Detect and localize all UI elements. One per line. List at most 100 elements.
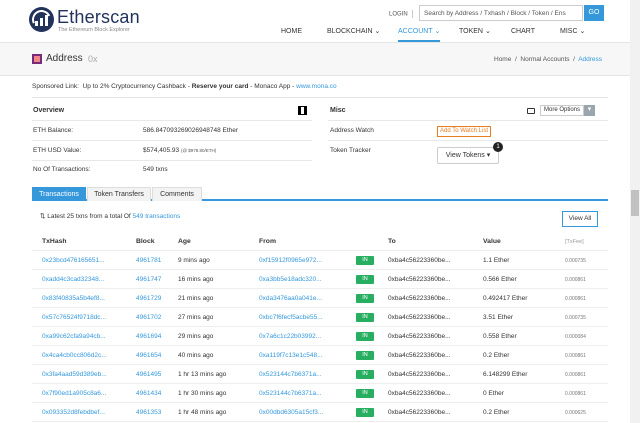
address-value: 0x <box>88 54 98 64</box>
from-address-link[interactable]: 0x7a6c1c22b03992... <box>259 333 321 340</box>
to-address: 0xba4c56223360be... <box>388 390 451 397</box>
overview-title: Overview <box>33 107 65 114</box>
direction-in-badge: IN <box>356 332 374 341</box>
nav-home[interactable]: HOME <box>281 28 302 42</box>
to-address: 0xba4c56223360be... <box>388 257 451 264</box>
token-count-badge: 1 <box>493 142 503 152</box>
block-link[interactable]: 4961654 <box>136 352 161 359</box>
to-address: 0xba4c56223360be... <box>388 352 451 359</box>
block-link[interactable]: 4961434 <box>136 390 161 397</box>
tx-hash-link[interactable]: 0x83f40835a5b4ef8... <box>42 295 105 302</box>
search-input[interactable]: Search by Address / Txhash / Block / Tok… <box>419 5 583 21</box>
tx-hash-link[interactable]: 0x4ca4cb0cc806d2c... <box>42 352 107 359</box>
etherscan-logo-icon[interactable] <box>29 7 54 32</box>
from-address-link[interactable]: 0x523144c7b6371a... <box>259 390 322 397</box>
latest-txns-summary: ⇅ Latest 25 txns from a total Of 549 tra… <box>40 213 181 220</box>
tx-hash-link[interactable]: 0xadd4c3cad32348... <box>42 276 104 283</box>
divider <box>328 120 608 121</box>
view-tokens-button[interactable]: View Tokens ▾ <box>437 147 499 164</box>
tx-hash-link[interactable]: 0x23bcd476165651... <box>42 257 105 264</box>
direction-in-badge: IN <box>356 313 374 322</box>
chevron-down-icon: ⌄ <box>434 28 441 35</box>
tx-fee: 0.000861 <box>565 296 586 302</box>
divider <box>32 326 608 327</box>
breadcrumb-normal-accounts[interactable]: Normal Accounts <box>520 56 569 63</box>
brand-name[interactable]: Etherscan <box>57 7 140 28</box>
eth-balance-value: 586.847093269026948748 Ether <box>143 127 239 134</box>
from-address-link[interactable]: 0x523144c7b6371a... <box>259 371 322 378</box>
total-transactions-link[interactable]: 549 transactions <box>133 213 181 220</box>
from-address-link[interactable]: 0xbc7f6fecf5acbe55... <box>259 314 323 321</box>
tx-age: 1 hr 30 mins ago <box>178 390 227 397</box>
tx-age: 1 hr 48 mins ago <box>178 409 227 416</box>
nav-blockchain[interactable]: BLOCKCHAIN ⌄ <box>327 28 380 42</box>
chevron-down-icon[interactable]: ▾ <box>584 105 595 116</box>
eth-usd-label: ETH USD Value: <box>33 147 82 154</box>
tx-value: 0 Ether <box>483 390 504 397</box>
tx-age: 29 mins ago <box>178 333 214 340</box>
tx-age: 16 mins ago <box>178 276 214 283</box>
nav-token[interactable]: TOKEN ⌄ <box>459 28 491 42</box>
more-options-button[interactable]: More Options <box>540 105 584 116</box>
col-value: Value <box>483 238 501 245</box>
tx-age: 21 mins ago <box>178 295 214 302</box>
tx-count-label: No Of Transactions: <box>33 166 91 173</box>
title-bar: Address 0x Home / Normal Accounts / Addr… <box>0 42 640 76</box>
tx-hash-link[interactable]: 0x093352d8febdbef... <box>42 409 105 416</box>
block-link[interactable]: 4961702 <box>136 314 161 321</box>
tab-comments[interactable]: Comments <box>152 187 202 201</box>
divider <box>32 269 608 270</box>
view-all-button[interactable]: View All <box>562 211 598 227</box>
tx-hash-link[interactable]: 0x57c76524f9718dc... <box>42 314 106 321</box>
block-link[interactable]: 4961747 <box>136 276 161 283</box>
tx-hash-link[interactable]: 0x3fa4aad59d389eb... <box>42 371 107 378</box>
search-go-button[interactable]: GO <box>584 5 604 21</box>
nav-misc[interactable]: MISC ⌄ <box>560 28 585 42</box>
nav-chart[interactable]: CHART <box>511 28 535 42</box>
from-address-link[interactable]: 0xf15912f0965e972... <box>259 257 322 264</box>
direction-in-badge: IN <box>356 294 374 303</box>
printer-icon[interactable] <box>527 108 535 114</box>
login-link[interactable]: LOGIN <box>389 10 413 18</box>
block-link[interactable]: 4961495 <box>136 371 161 378</box>
from-address-link[interactable]: 0x00dbd6305a15cf3... <box>259 409 323 416</box>
page-title: Address <box>46 53 83 64</box>
misc-title: Misc <box>330 107 346 114</box>
scrollbar-thumb[interactable] <box>631 190 639 216</box>
from-address-link[interactable]: 0xda3476aa0a041e... <box>259 295 322 302</box>
breadcrumb-home[interactable]: Home <box>494 56 511 63</box>
to-address: 0xba4c56223360be... <box>388 295 451 302</box>
direction-in-badge: IN <box>356 256 374 265</box>
address-identicon-icon <box>32 54 42 64</box>
to-address: 0xba4c56223360be... <box>388 409 451 416</box>
chevron-down-icon: ▾ <box>486 152 491 159</box>
breadcrumb-address: Address <box>578 56 603 63</box>
tx-fee: 0.000735 <box>565 315 586 321</box>
block-link[interactable]: 4961781 <box>136 257 161 264</box>
block-link[interactable]: 4961353 <box>136 409 161 416</box>
brand-tagline: The Ethereum Block Explorer <box>58 27 130 33</box>
divider <box>32 364 608 365</box>
direction-in-badge: IN <box>356 408 374 417</box>
block-link[interactable]: 4961694 <box>136 333 161 340</box>
address-watch-label: Address Watch <box>330 127 374 134</box>
sponsor-cta[interactable]: Reserve your card <box>192 83 249 90</box>
divider <box>32 307 608 308</box>
tx-fee: 0.000861 <box>565 277 586 283</box>
from-address-link[interactable]: 0xa119f7c13e1c548... <box>259 352 323 359</box>
tx-fee: 0.000861 <box>565 372 586 378</box>
add-to-watch-list-button[interactable]: Add To Watch List <box>437 126 491 137</box>
tx-hash-link[interactable]: 0xa99c62cfa9a94cb... <box>42 333 106 340</box>
qr-code-icon[interactable] <box>298 106 307 115</box>
tx-fee: 0.000625 <box>565 410 586 416</box>
nav-account[interactable]: ACCOUNT ⌄ <box>398 28 441 42</box>
from-address-link[interactable]: 0xa3bb5e18adc320... <box>259 276 322 283</box>
tab-token-transfers[interactable]: Token Transfers <box>87 187 151 201</box>
divider <box>32 140 312 141</box>
tx-hash-link[interactable]: 0x7f90ed1a905c8a6... <box>42 390 106 397</box>
block-link[interactable]: 4961729 <box>136 295 161 302</box>
tab-transactions[interactable]: Transactions <box>32 187 86 201</box>
sort-icon: ⇅ <box>40 213 46 220</box>
sponsor-url-link[interactable]: www.mona.co <box>296 83 336 90</box>
divider <box>32 288 608 289</box>
